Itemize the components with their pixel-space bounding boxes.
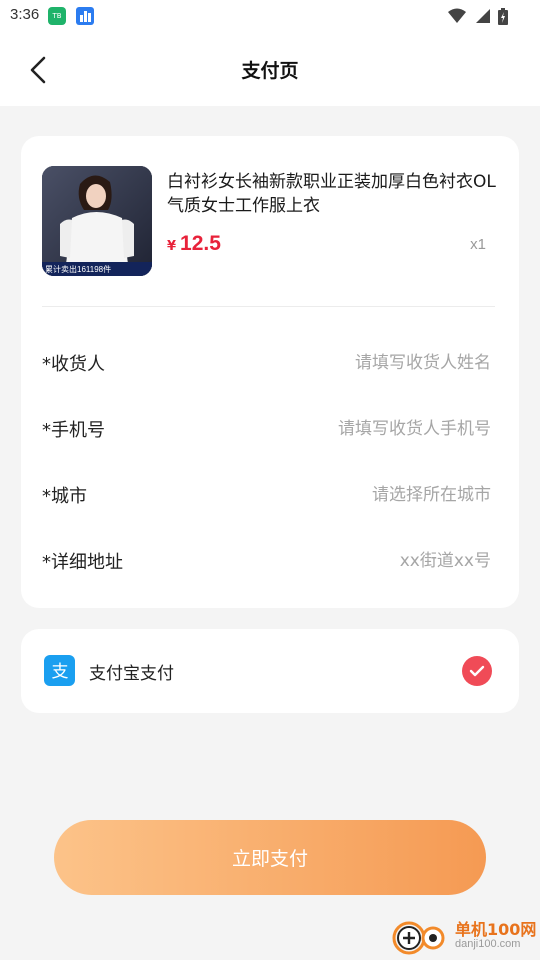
payment-method-option[interactable]: 支 支付宝支付 (21, 629, 519, 713)
payment-method-label: 支付宝支付 (89, 664, 174, 684)
form-row-phone: *手机号 (42, 409, 491, 449)
battery-icon (498, 7, 508, 25)
city-label: *城市 (42, 486, 87, 507)
checkmark-icon[interactable] (462, 656, 492, 686)
app-notification-icon: TB (48, 7, 66, 25)
form-row-address: *详细地址 (42, 541, 491, 581)
signal-icon (476, 9, 490, 23)
price-value: 12.5 (180, 232, 221, 255)
nav-bar: 支付页 (0, 32, 540, 106)
status-icons (448, 7, 508, 25)
phone-input[interactable] (231, 419, 491, 439)
watermark-url: danji100.com (455, 938, 521, 950)
wifi-icon (448, 8, 466, 23)
page-title: 支付页 (241, 60, 299, 82)
pay-now-button[interactable]: 立即支付 (54, 820, 486, 895)
product-price: ¥ 12.5 (167, 232, 221, 256)
form-row-receiver: *收货人 (42, 343, 491, 383)
watermark-logo-icon (392, 921, 445, 955)
divider (42, 306, 495, 307)
status-bar: 3:36 TB (0, 0, 540, 32)
app-notification-icon-2 (76, 7, 94, 25)
city-select[interactable] (231, 485, 491, 505)
address-label: *详细地址 (42, 552, 123, 573)
address-input[interactable] (231, 551, 491, 571)
product-quantity: x1 (470, 236, 486, 253)
receiver-name-input[interactable] (231, 353, 491, 373)
alipay-icon: 支 (44, 655, 75, 686)
product-image: 累计卖出161198件 (42, 166, 152, 276)
price-currency: ¥ (167, 239, 177, 254)
product-image-banner: 累计卖出161198件 (45, 265, 112, 274)
receiver-label: *收货人 (42, 354, 105, 375)
svg-text:支: 支 (51, 662, 68, 682)
order-card: 累计卖出161198件 白衬衫女长袖新款职业正装加厚白色衬衣OL气质女士工作服上… (21, 136, 519, 608)
product-title: 白衬衫女长袖新款职业正装加厚白色衬衣OL气质女士工作服上衣 (167, 172, 496, 216)
watermark: 单机100网 danji100.com (389, 914, 539, 958)
form-row-city: *城市 (42, 475, 491, 515)
phone-label: *手机号 (42, 420, 105, 441)
status-time: 3:36 (10, 6, 40, 23)
watermark-name: 单机100网 (455, 920, 537, 939)
